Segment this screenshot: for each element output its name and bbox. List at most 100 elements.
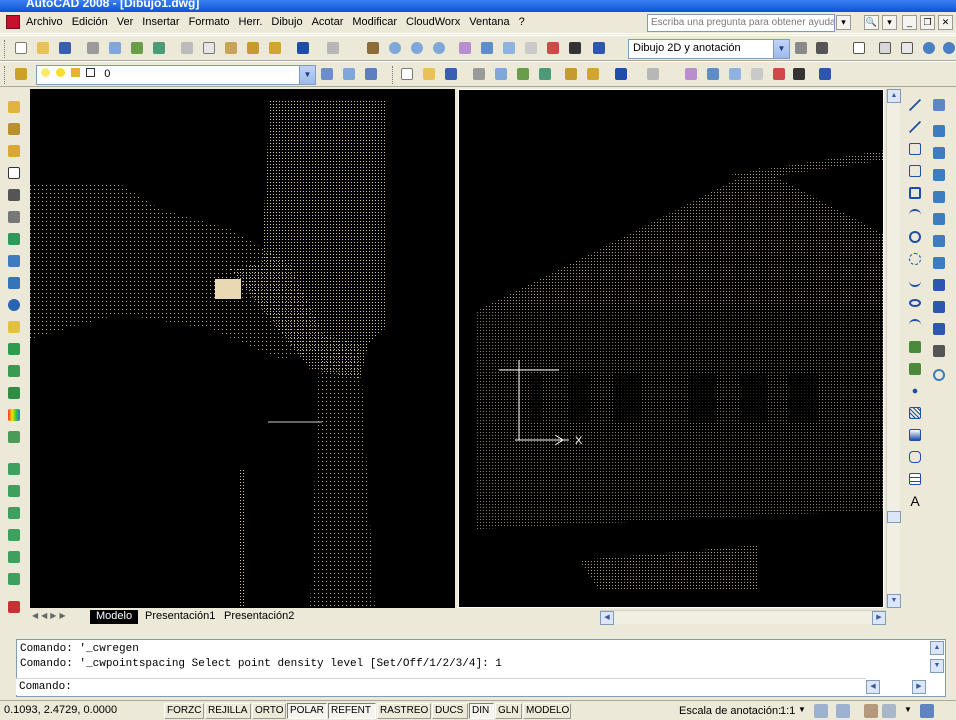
zoom-previous-icon[interactable] — [430, 39, 448, 57]
tool-palettes-icon[interactable] — [726, 65, 744, 83]
toggle-rejilla[interactable]: REJILLA — [205, 703, 251, 719]
toggle-polar[interactable]: POLAR — [287, 703, 327, 719]
open-folder-icon[interactable] — [34, 39, 52, 57]
help-icon[interactable] — [816, 65, 834, 83]
menu-archivo[interactable]: Archivo — [26, 16, 63, 28]
toggle-modelo[interactable]: MODELO — [523, 703, 571, 719]
cloudworx-slice-icon[interactable] — [5, 186, 23, 204]
cloudworx-limit3-icon[interactable] — [5, 570, 23, 588]
menu-dibujo[interactable]: Dibujo — [271, 16, 302, 28]
polygon-icon[interactable] — [906, 162, 924, 180]
arc-icon[interactable] — [906, 206, 924, 224]
block-editor-icon[interactable] — [266, 39, 284, 57]
text-style-icon[interactable] — [850, 39, 868, 57]
tab-presentacion2[interactable]: Presentación2 — [218, 610, 300, 624]
doc-minimize-icon[interactable]: _ — [902, 15, 917, 30]
cmd-scroll-right-icon[interactable]: ▶ — [912, 680, 926, 694]
menu-ventana[interactable]: Ventana — [469, 16, 509, 28]
line-icon[interactable] — [906, 96, 924, 114]
redo-icon[interactable] — [644, 65, 662, 83]
menu-ver[interactable]: Ver — [117, 16, 134, 28]
make-current-layer-icon[interactable] — [318, 65, 336, 83]
tab-nav-arrows-icon[interactable]: ◀◀▶▶ — [32, 611, 69, 620]
camera-icon[interactable] — [930, 342, 948, 360]
cloudworx-points-icon[interactable] — [5, 318, 23, 336]
spline-icon[interactable] — [906, 272, 924, 290]
circle-icon[interactable] — [906, 228, 924, 246]
help-options-icon[interactable]: ▾ — [882, 15, 897, 30]
help-search-dropdown-icon[interactable]: ▾ — [836, 15, 851, 30]
cloudworx-import-icon[interactable] — [5, 142, 23, 160]
command-input[interactable]: Comando: — [16, 678, 866, 695]
cloudworx-snap-icon[interactable] — [5, 362, 23, 380]
menu-cloudworx[interactable]: CloudWorx — [406, 16, 460, 28]
torus-solid-icon[interactable] — [930, 232, 948, 250]
menu-help[interactable]: ? — [519, 16, 525, 28]
workspace-settings-icon[interactable] — [792, 39, 810, 57]
redo-icon[interactable] — [324, 39, 342, 57]
chevron-down-icon[interactable]: ▼ — [773, 40, 789, 58]
annotation-visibility-icon[interactable] — [814, 704, 828, 718]
menu-edicion[interactable]: Edición — [72, 16, 108, 28]
cloudworx-fence2-icon[interactable] — [5, 482, 23, 500]
region-icon[interactable] — [906, 448, 924, 466]
sheet-set-icon[interactable] — [522, 39, 540, 57]
markup-set-icon[interactable] — [544, 39, 562, 57]
publish-icon[interactable] — [128, 39, 146, 57]
match-properties-icon[interactable] — [244, 39, 262, 57]
cloudworx-limit-icon[interactable] — [5, 526, 23, 544]
cloudworx-steel-icon[interactable] — [5, 274, 23, 292]
sheet-set-icon[interactable] — [748, 65, 766, 83]
cloudworx-fence3-icon[interactable] — [5, 504, 23, 522]
new-file-icon[interactable] — [12, 39, 30, 57]
cloudworx-cube-icon[interactable] — [5, 164, 23, 182]
paste-icon[interactable] — [222, 39, 240, 57]
tab-modelo[interactable]: Modelo — [90, 610, 139, 624]
design-center-icon[interactable] — [704, 65, 722, 83]
markup-set-icon[interactable] — [770, 65, 788, 83]
pan-icon[interactable] — [364, 39, 382, 57]
properties-icon[interactable] — [456, 39, 474, 57]
3d-dwf-icon[interactable] — [150, 39, 168, 57]
chevron-down-icon[interactable]: ▼ — [798, 705, 806, 714]
cloudworx-layers-icon[interactable] — [5, 120, 23, 138]
chevron-down-icon[interactable]: ▼ — [904, 705, 912, 714]
cloudworx-open-icon[interactable] — [5, 98, 23, 116]
scroll-down-icon[interactable]: ▼ — [887, 594, 901, 608]
wedge-solid-icon[interactable] — [930, 144, 948, 162]
coordinate-display[interactable]: 0.1093, 2.4729, 0.0000 — [4, 704, 160, 719]
rectangle-icon[interactable] — [906, 184, 924, 202]
quickcalc-icon[interactable] — [566, 39, 584, 57]
scroll-right-icon[interactable]: ▶ — [872, 611, 886, 625]
extrude-icon[interactable] — [930, 254, 948, 272]
ellipse-arc-icon[interactable] — [906, 316, 924, 334]
cloudworx-fit-icon[interactable] — [5, 230, 23, 248]
autocad-app-icon[interactable] — [6, 15, 20, 29]
construction-line-icon[interactable] — [906, 118, 924, 136]
menu-modificar[interactable]: Modificar — [352, 16, 397, 28]
annotation-autoscale-icon[interactable] — [836, 704, 850, 718]
menu-acotar[interactable]: Acotar — [312, 16, 344, 28]
toolbar-grip[interactable] — [4, 40, 7, 58]
intersect-icon[interactable] — [930, 320, 948, 338]
union-icon[interactable] — [930, 276, 948, 294]
annotation-scale-value[interactable]: 1:1 — [780, 705, 795, 717]
cmd-scroll-left-icon[interactable]: ◀ — [866, 680, 880, 694]
design-center-icon[interactable] — [478, 39, 496, 57]
ellipse-icon[interactable] — [906, 294, 924, 312]
cloudworx-measure-icon[interactable] — [5, 340, 23, 358]
revcloud-icon[interactable] — [906, 250, 924, 268]
menu-insertar[interactable]: Insertar — [142, 16, 179, 28]
toolbar-grip[interactable] — [392, 66, 395, 84]
layer-previous-icon[interactable] — [340, 65, 358, 83]
toggle-refent[interactable]: REFENT — [328, 703, 376, 719]
doc-restore-icon[interactable]: ❐ — [920, 15, 935, 30]
plot-preview-icon[interactable] — [492, 65, 510, 83]
insert-block-icon[interactable] — [906, 338, 924, 356]
toolbar-grip[interactable] — [4, 66, 7, 84]
zoom-window-icon[interactable] — [408, 39, 426, 57]
cloudworx-colormap-icon[interactable] — [5, 406, 23, 424]
menu-herr[interactable]: Herr. — [239, 16, 263, 28]
copy-icon[interactable] — [200, 39, 218, 57]
scroll-up-icon[interactable]: ▲ — [887, 89, 901, 103]
